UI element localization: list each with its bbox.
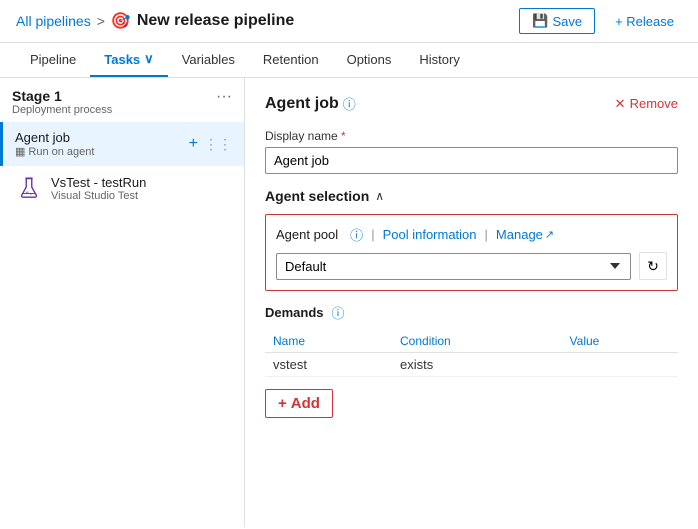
- tab-retention-label: Retention: [263, 52, 319, 67]
- agent-selection-chevron-icon[interactable]: ∧: [375, 189, 384, 203]
- agent-pool-label: Agent pool: [276, 227, 338, 242]
- stage-header: Stage 1 Deployment process ···: [0, 78, 244, 122]
- pool-select-row: Default Hosted Hosted VS2017 Hosted macO…: [276, 252, 667, 280]
- section-title-row: Agent job ⓘ: [265, 94, 356, 113]
- sidebar-item-vstest-content: VsTest - testRun Visual Studio Test: [51, 175, 232, 202]
- demand-name: vstest: [265, 353, 392, 377]
- demands-title: Demands: [265, 305, 324, 320]
- header-left: All pipelines > 🎯 New release pipeline: [16, 11, 294, 31]
- display-name-field: Display name *: [265, 129, 678, 188]
- sidebar-item-vstest-sub: Visual Studio Test: [51, 190, 232, 202]
- required-marker: *: [341, 129, 346, 143]
- manage-label: Manage: [496, 227, 543, 242]
- remove-button[interactable]: ✕ Remove: [615, 96, 678, 112]
- refresh-icon: ↻: [647, 258, 659, 275]
- sidebar-item-agent-job-actions: + ⋮⋮: [189, 135, 232, 153]
- release-button[interactable]: + Release: [607, 10, 682, 33]
- tab-pipeline[interactable]: Pipeline: [16, 44, 90, 77]
- tab-variables-label: Variables: [182, 52, 235, 67]
- tab-history[interactable]: History: [405, 44, 473, 77]
- demands-header: Demands ⓘ: [265, 303, 678, 322]
- demands-table: Name Condition Value vstest exists: [265, 330, 678, 377]
- release-label: + Release: [615, 14, 674, 29]
- stage-title: Stage 1: [12, 88, 112, 104]
- sidebar-item-vstest-title: VsTest - testRun: [51, 175, 232, 190]
- external-link-icon: ↗: [545, 228, 554, 241]
- pipe-separator-2: |: [485, 227, 488, 242]
- stage-menu-button[interactable]: ···: [216, 88, 232, 106]
- pipe-separator-1: |: [371, 227, 374, 242]
- col-value: Value: [562, 330, 678, 353]
- run-on-agent-icon: ▦: [15, 145, 25, 158]
- add-task-button[interactable]: +: [189, 135, 198, 153]
- drag-handle[interactable]: ⋮⋮: [204, 136, 232, 153]
- demand-condition: exists: [392, 353, 562, 377]
- vstest-flask-icon: [15, 174, 43, 202]
- demand-value: [562, 353, 678, 377]
- stage-subtitle: Deployment process: [12, 104, 112, 116]
- tab-retention[interactable]: Retention: [249, 44, 333, 77]
- save-icon: 💾: [532, 13, 548, 29]
- agent-pool-info-icon[interactable]: ⓘ: [350, 225, 363, 244]
- tab-variables[interactable]: Variables: [168, 44, 249, 77]
- tab-tasks-label: Tasks: [104, 52, 140, 67]
- pool-information-link[interactable]: Pool information: [383, 227, 477, 242]
- add-demand-button[interactable]: + Add: [265, 389, 333, 418]
- sidebar-item-agent-job-sub: ▦ Run on agent: [15, 145, 189, 158]
- header-right: 💾 Save + Release: [519, 8, 682, 34]
- display-name-input[interactable]: [265, 147, 678, 174]
- breadcrumb-separator: >: [97, 13, 105, 29]
- tasks-chevron-icon: ∨: [144, 51, 154, 67]
- remove-x-icon: ✕: [615, 96, 626, 112]
- sidebar-item-vstest[interactable]: VsTest - testRun Visual Studio Test: [0, 166, 244, 210]
- add-label: Add: [291, 395, 320, 412]
- sidebar-item-agent-job[interactable]: Agent job ▦ Run on agent + ⋮⋮: [0, 122, 244, 166]
- stage-info: Stage 1 Deployment process: [12, 88, 112, 116]
- nav-tabs: Pipeline Tasks ∨ Variables Retention Opt…: [0, 43, 698, 78]
- pool-select[interactable]: Default Hosted Hosted VS2017 Hosted macO…: [276, 253, 631, 280]
- col-name: Name: [265, 330, 392, 353]
- app-header: All pipelines > 🎯 New release pipeline 💾…: [0, 0, 698, 43]
- refresh-button[interactable]: ↻: [639, 252, 667, 280]
- save-button[interactable]: 💾 Save: [519, 8, 595, 34]
- save-label: Save: [552, 14, 582, 29]
- breadcrumb-link[interactable]: All pipelines: [16, 13, 91, 29]
- agent-selection-header: Agent selection ∧: [265, 188, 678, 204]
- main-layout: Stage 1 Deployment process ··· Agent job…: [0, 78, 698, 527]
- demands-table-header-row: Name Condition Value: [265, 330, 678, 353]
- display-name-label: Display name *: [265, 129, 678, 143]
- agent-pool-box: Agent pool ⓘ | Pool information | Manage…: [265, 214, 678, 291]
- page-title: New release pipeline: [137, 12, 294, 30]
- sidebar-item-agent-job-title: Agent job: [15, 130, 189, 145]
- col-condition: Condition: [392, 330, 562, 353]
- demands-table-header: Name Condition Value: [265, 330, 678, 353]
- tab-options[interactable]: Options: [333, 44, 406, 77]
- tab-tasks[interactable]: Tasks ∨: [90, 43, 167, 77]
- remove-label: Remove: [630, 96, 678, 111]
- demands-table-body: vstest exists: [265, 353, 678, 377]
- manage-link[interactable]: Manage ↗: [496, 227, 554, 242]
- tab-options-label: Options: [347, 52, 392, 67]
- section-title: Agent job: [265, 95, 339, 113]
- agent-pool-row: Agent pool ⓘ | Pool information | Manage…: [276, 225, 667, 244]
- agent-job-info-icon[interactable]: ⓘ: [343, 94, 356, 113]
- table-row: vstest exists: [265, 353, 678, 377]
- section-header-row: Agent job ⓘ ✕ Remove: [265, 94, 678, 113]
- add-icon: +: [278, 395, 287, 412]
- demands-info-icon[interactable]: ⓘ: [332, 303, 345, 322]
- main-content: Agent job ⓘ ✕ Remove Display name * Agen…: [245, 78, 698, 527]
- agent-selection-title: Agent selection: [265, 188, 369, 204]
- sidebar: Stage 1 Deployment process ··· Agent job…: [0, 78, 245, 527]
- tab-pipeline-label: Pipeline: [30, 52, 76, 67]
- pipeline-icon: 🎯: [111, 11, 131, 31]
- tab-history-label: History: [419, 52, 459, 67]
- sidebar-item-agent-job-content: Agent job ▦ Run on agent: [15, 130, 189, 158]
